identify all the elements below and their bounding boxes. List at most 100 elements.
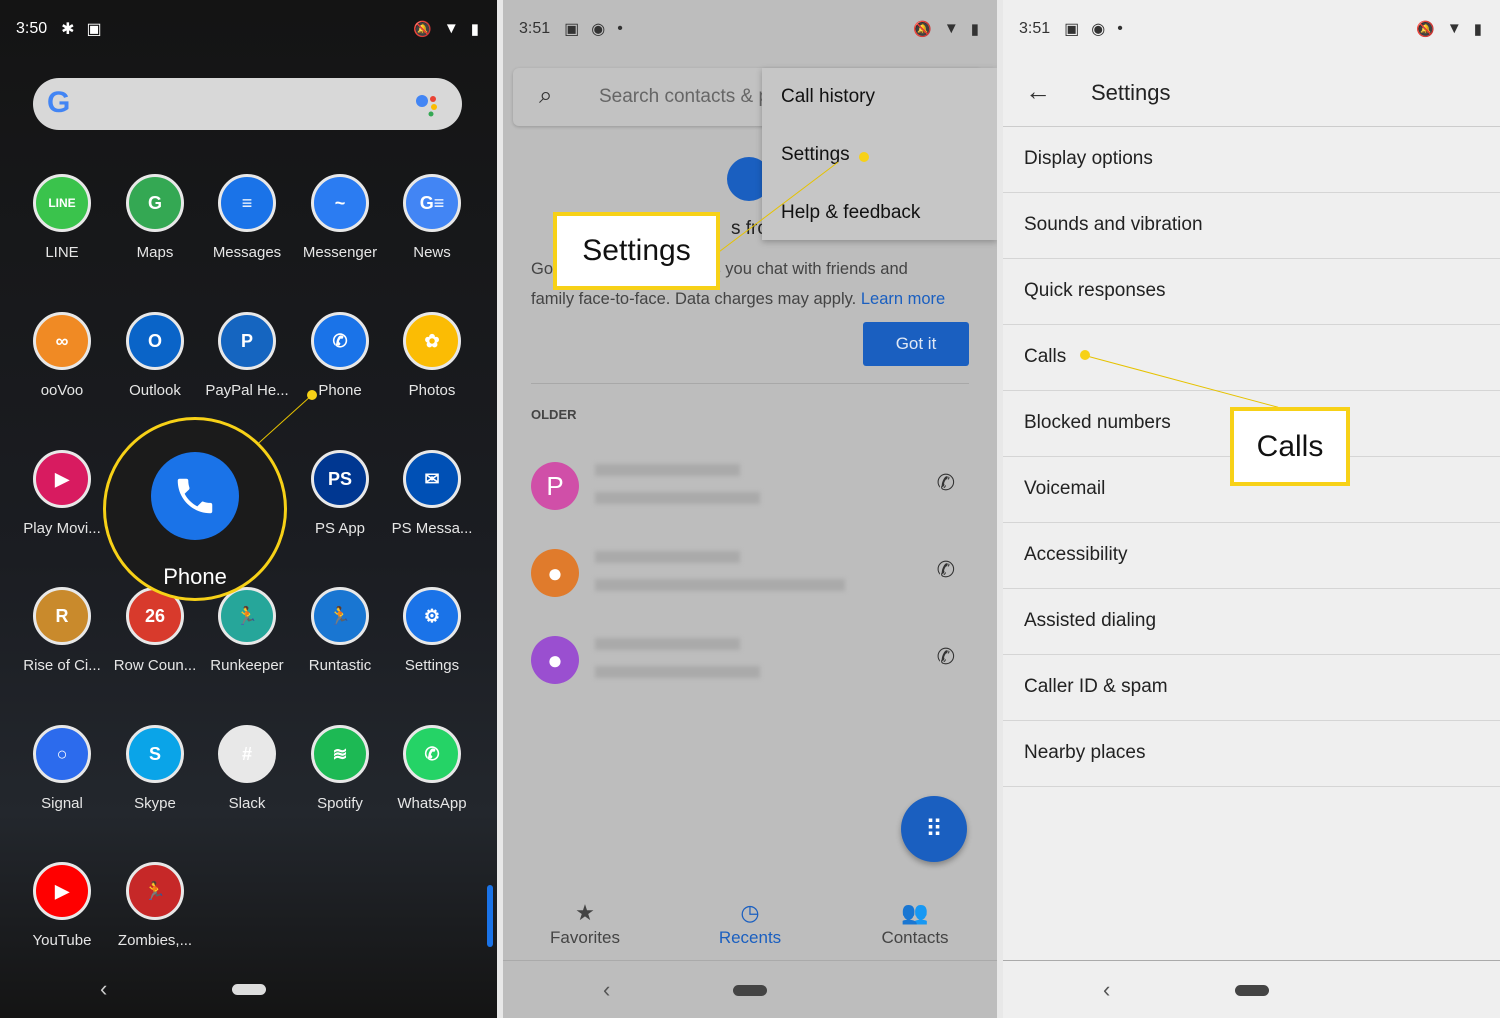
app-label: Runkeeper (210, 657, 284, 674)
app-news[interactable]: G≡ News (386, 174, 478, 261)
call-icon[interactable]: ✆ (937, 557, 955, 583)
zombies-icon: 🏃 (126, 862, 184, 920)
app-runkeeper[interactable]: 🏃 Runkeeper (201, 587, 293, 674)
signal-icon: ○ (33, 725, 91, 783)
dialpad-icon: ⠿ (925, 815, 943, 843)
tab-recents[interactable]: ◷ Recents (675, 900, 825, 948)
screenshot-icon: ▣ (86, 21, 102, 38)
app-label: Slack (228, 795, 266, 812)
back-button[interactable]: ‹ (1103, 977, 1110, 1003)
blurred-name (595, 638, 740, 650)
app-slack[interactable]: # Slack (201, 725, 293, 812)
settings-item-accessibility[interactable]: Accessibility (1003, 523, 1500, 589)
settings-item-quick-responses[interactable]: Quick responses (1003, 259, 1500, 325)
dnd-off-icon: 🔕 (913, 21, 932, 38)
blurred-name (595, 551, 740, 563)
dnd-off-icon: 🔕 (1416, 21, 1435, 38)
app-ps-messa[interactable]: ✉ PS Messa... (386, 450, 478, 537)
app-label: Row Coun... (113, 657, 197, 674)
app-messages[interactable]: ≡ Messages (201, 174, 293, 261)
phone-app-highlight[interactable]: Phone (103, 417, 287, 601)
calls-callout: Calls (1230, 407, 1350, 486)
battery-icon: ▮ (1473, 21, 1482, 38)
learn-more-link[interactable]: Learn more (861, 290, 945, 308)
app-phone[interactable]: ✆ Phone (294, 312, 386, 399)
overflow-menu: Call history Settings Help & feedback (762, 68, 997, 240)
app-label: PS App (314, 520, 366, 537)
app-whatsapp[interactable]: ✆ WhatsApp (386, 725, 478, 812)
back-button[interactable]: ‹ (100, 976, 107, 1002)
app-label: Messenger (302, 244, 378, 261)
app-bar: ← Settings (1003, 58, 1500, 127)
spotify-icon: ≋ (311, 725, 369, 783)
app-line[interactable]: LINE LINE (16, 174, 108, 261)
more-notifications-dot: • (617, 20, 623, 37)
app-oovoo[interactable]: ∞ ooVoo (16, 312, 108, 399)
app-paypal-he[interactable]: P PayPal He... (201, 312, 293, 399)
app-signal[interactable]: ○ Signal (16, 725, 108, 812)
call-icon[interactable]: ✆ (937, 644, 955, 670)
wifi-icon: ▼ (443, 20, 459, 37)
call-icon[interactable]: ✆ (937, 470, 955, 496)
settings-callout: Settings (553, 212, 720, 290)
recent-call-row[interactable]: ● ✆ (531, 549, 971, 609)
settings-item-caller-id-spam[interactable]: Caller ID & spam (1003, 655, 1500, 721)
app-label: Rise of Ci... (23, 657, 101, 674)
tab-label: Favorites (550, 928, 620, 947)
app-youtube[interactable]: ▶ YouTube (16, 862, 108, 949)
search-placeholder: Search contacts & p (599, 86, 770, 107)
settings-item-calls[interactable]: Calls (1003, 325, 1500, 391)
star-icon: ★ (575, 900, 595, 925)
dnd-off-icon: 🔕 (413, 21, 432, 38)
avatar: ● (531, 636, 579, 684)
clock: 3:51 (519, 20, 551, 37)
got-it-button[interactable]: Got it (863, 322, 969, 366)
assistant-icon[interactable] (414, 92, 440, 118)
settings-item-display-options[interactable]: Display options (1003, 127, 1500, 193)
google-search-bar[interactable]: G (33, 78, 462, 130)
settings-icon: ⚙ (403, 587, 461, 645)
home-button[interactable] (231, 984, 266, 995)
app-outlook[interactable]: O Outlook (109, 312, 201, 399)
app-zombies[interactable]: 🏃 Zombies,... (109, 862, 201, 949)
back-arrow-icon[interactable]: ← (1025, 76, 1051, 107)
app-rise-of-ci[interactable]: R Rise of Ci... (16, 587, 108, 674)
app-settings[interactable]: ⚙ Settings (386, 587, 478, 674)
app-photos[interactable]: ✿ Photos (386, 312, 478, 399)
home-button[interactable] (733, 985, 767, 996)
tab-contacts[interactable]: 👥 Contacts (840, 900, 990, 948)
app-label: News (413, 244, 451, 261)
app-ps-app[interactable]: PS PS App (294, 450, 386, 537)
app-label: ooVoo (40, 382, 84, 399)
app-maps[interactable]: G Maps (109, 174, 201, 261)
phone-settings: 3:51 ▣ ◉ • 🔕 ▼ ▮ ← Settings Display options Sou… (1003, 0, 1500, 1018)
settings-item-sounds-and-vibration[interactable]: Sounds and vibration (1003, 193, 1500, 259)
runtastic-icon: 🏃 (311, 587, 369, 645)
recent-call-row[interactable]: P ✆ (531, 462, 971, 522)
scrollbar[interactable] (487, 885, 493, 947)
slack-icon: # (218, 725, 276, 783)
app-label: LINE (45, 244, 79, 261)
slack-icon: ✱ (61, 21, 75, 38)
nav-bar: ‹ (1003, 960, 1500, 1018)
app-spotify[interactable]: ≋ Spotify (294, 725, 386, 812)
ps-app-icon: PS (311, 450, 369, 508)
status-bar: 3:50 ✱ ▣ 🔕 ▼ ▮ (0, 0, 497, 58)
app-label: YouTube (32, 932, 92, 949)
menu-item-call-history[interactable]: Call history (762, 68, 997, 126)
app-label: Photos (408, 382, 456, 399)
app-skype[interactable]: S Skype (109, 725, 201, 812)
app-play-movi[interactable]: ▶ Play Movi... (16, 450, 108, 537)
menu-item-settings[interactable]: Settings (762, 126, 997, 184)
google-logo-icon: G (47, 86, 71, 119)
tab-favorites[interactable]: ★ Favorites (510, 900, 660, 948)
app-messenger[interactable]: ~ Messenger (294, 174, 386, 261)
dialpad-button[interactable]: ⠿ (901, 796, 967, 862)
app-runtastic[interactable]: 🏃 Runtastic (294, 587, 386, 674)
back-button[interactable]: ‹ (603, 977, 610, 1003)
app-label: Spotify (317, 795, 363, 812)
settings-item-assisted-dialing[interactable]: Assisted dialing (1003, 589, 1500, 655)
settings-item-nearby-places[interactable]: Nearby places (1003, 721, 1500, 787)
home-button[interactable] (1234, 985, 1269, 996)
recent-call-row[interactable]: ● ✆ (531, 636, 971, 696)
